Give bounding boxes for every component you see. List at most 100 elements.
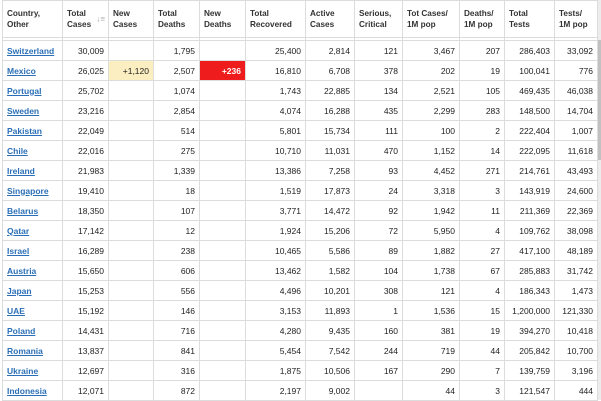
- country-link[interactable]: Mexico: [7, 66, 36, 76]
- country-link[interactable]: Sweden: [7, 106, 39, 116]
- cell-new-deaths: [199, 280, 246, 301]
- country-link[interactable]: Poland: [7, 326, 35, 336]
- column-header-total-cases[interactable]: Total Cases ↓≡: [62, 0, 109, 38]
- cell-total-recovered: 13,386: [245, 160, 306, 181]
- cell-country[interactable]: Poland: [2, 320, 63, 341]
- cell-tot-cases-per-1m: 1,536: [402, 300, 460, 321]
- header-row: Country, Other Total Cases ↓≡ New Cases Total De…: [2, 0, 598, 38]
- cell-total-cases: 12,697: [62, 360, 109, 381]
- cell-country[interactable]: Ukraine: [2, 360, 63, 381]
- cell-deaths-per-1m: 105: [459, 80, 505, 101]
- cell-country[interactable]: Indonesia: [2, 380, 63, 401]
- country-link[interactable]: Chile: [7, 146, 28, 156]
- cell-total-cases: 12,071: [62, 380, 109, 401]
- country-link[interactable]: Ukraine: [7, 366, 38, 376]
- cell-total-tests: 417,100: [504, 240, 555, 261]
- cell-new-deaths: [199, 240, 246, 261]
- cell-total-deaths: 238: [153, 240, 200, 261]
- cell-total-deaths: 1,074: [153, 80, 200, 101]
- cell-serious-critical: 72: [354, 220, 403, 241]
- column-header-country[interactable]: Country, Other: [2, 0, 63, 38]
- country-link[interactable]: Austria: [7, 266, 36, 276]
- cell-deaths-per-1m: 7: [459, 360, 505, 381]
- column-header-active-cases[interactable]: Active Cases: [305, 0, 355, 38]
- cell-serious-critical: 93: [354, 160, 403, 181]
- cell-tests-per-1m: 1,473: [554, 280, 598, 301]
- cell-country[interactable]: Sweden: [2, 100, 63, 121]
- column-header-serious-critical[interactable]: Serious, Critical: [354, 0, 403, 38]
- column-header-new-cases[interactable]: New Cases: [108, 0, 154, 38]
- cell-total-recovered: 10,710: [245, 140, 306, 161]
- table-row: Japan 15,253 556 4,496 10,201 308 121 4 186,343 1…: [2, 280, 598, 301]
- cell-country[interactable]: Belarus: [2, 200, 63, 221]
- cell-tests-per-1m: 1,007: [554, 120, 598, 141]
- cell-serious-critical: 435: [354, 100, 403, 121]
- cell-tests-per-1m: 10,418: [554, 320, 598, 341]
- table-row: Romania 13,837 841 5,454 7,542 244 719 44 205,84…: [2, 340, 598, 361]
- cell-total-deaths: 316: [153, 360, 200, 381]
- cell-country[interactable]: Pakistan: [2, 120, 63, 141]
- cell-country[interactable]: Japan: [2, 280, 63, 301]
- cell-country[interactable]: UAE: [2, 300, 63, 321]
- country-link[interactable]: Romania: [7, 346, 43, 356]
- column-header-tot-cases-per-1m[interactable]: Tot Cases/1M pop: [402, 0, 460, 38]
- cell-tests-per-1m: 31,742: [554, 260, 598, 281]
- cell-country[interactable]: Portugal: [2, 80, 63, 101]
- cell-new-deaths: [199, 220, 246, 241]
- country-link[interactable]: Israel: [7, 246, 29, 256]
- country-link[interactable]: Switzerland: [7, 46, 54, 56]
- cell-total-deaths: 2,507: [153, 60, 200, 81]
- country-link[interactable]: Qatar: [7, 226, 29, 236]
- cell-country[interactable]: Switzerland: [2, 40, 63, 61]
- cell-active-cases: 16,288: [305, 100, 355, 121]
- table-row: Chile 22,016 275 10,710 11,031 470 1,152 14 222,…: [2, 140, 598, 161]
- cell-active-cases: 15,734: [305, 120, 355, 141]
- country-link[interactable]: Indonesia: [7, 386, 47, 396]
- column-header-tests-per-1m[interactable]: Tests/1M pop: [554, 0, 598, 38]
- cell-country[interactable]: Chile: [2, 140, 63, 161]
- column-header-deaths-per-1m[interactable]: Deaths/1M pop: [459, 0, 505, 38]
- country-link[interactable]: Japan: [7, 286, 32, 296]
- cell-deaths-per-1m: 11: [459, 200, 505, 221]
- column-header-new-deaths[interactable]: New Deaths: [199, 0, 246, 38]
- country-link[interactable]: Ireland: [7, 166, 35, 176]
- cell-tot-cases-per-1m: 2,299: [402, 100, 460, 121]
- cell-total-cases: 15,192: [62, 300, 109, 321]
- cell-country[interactable]: Israel: [2, 240, 63, 261]
- country-link[interactable]: UAE: [7, 306, 25, 316]
- cell-new-cases: [108, 280, 154, 301]
- cell-new-cases: [108, 360, 154, 381]
- cell-country[interactable]: Austria: [2, 260, 63, 281]
- cell-deaths-per-1m: 4: [459, 220, 505, 241]
- cell-tot-cases-per-1m: 290: [402, 360, 460, 381]
- cell-country[interactable]: Ireland: [2, 160, 63, 181]
- column-header-total-recovered[interactable]: Total Recovered: [245, 0, 306, 38]
- cell-total-tests: 148,500: [504, 100, 555, 121]
- cell-total-deaths: 275: [153, 140, 200, 161]
- cell-new-cases: [108, 320, 154, 341]
- cell-deaths-per-1m: 19: [459, 320, 505, 341]
- cell-country[interactable]: Singapore: [2, 180, 63, 201]
- cell-active-cases: 10,506: [305, 360, 355, 381]
- country-link[interactable]: Portugal: [7, 86, 41, 96]
- cell-tests-per-1m: 121,330: [554, 300, 598, 321]
- table-row: Mexico 26,025 +1,120 2,507 +236 16,810 6,708 37…: [2, 60, 598, 81]
- cell-new-deaths: [199, 300, 246, 321]
- cell-tests-per-1m: 776: [554, 60, 598, 81]
- column-header-total-deaths[interactable]: Total Deaths: [153, 0, 200, 38]
- cell-new-cases: [108, 260, 154, 281]
- cell-total-tests: 139,759: [504, 360, 555, 381]
- cell-new-deaths: [199, 320, 246, 341]
- cell-country[interactable]: Qatar: [2, 220, 63, 241]
- cell-tests-per-1m: 3,196: [554, 360, 598, 381]
- cell-serious-critical: 24: [354, 180, 403, 201]
- country-link[interactable]: Belarus: [7, 206, 38, 216]
- cell-country[interactable]: Mexico: [2, 60, 63, 81]
- cell-serious-critical: 134: [354, 80, 403, 101]
- cell-country[interactable]: Romania: [2, 340, 63, 361]
- cell-tests-per-1m: 10,700: [554, 340, 598, 361]
- country-link[interactable]: Pakistan: [7, 126, 42, 136]
- column-header-total-tests[interactable]: Total Tests: [504, 0, 555, 38]
- sort-desc-icon[interactable]: ↓≡: [96, 14, 105, 25]
- country-link[interactable]: Singapore: [7, 186, 49, 196]
